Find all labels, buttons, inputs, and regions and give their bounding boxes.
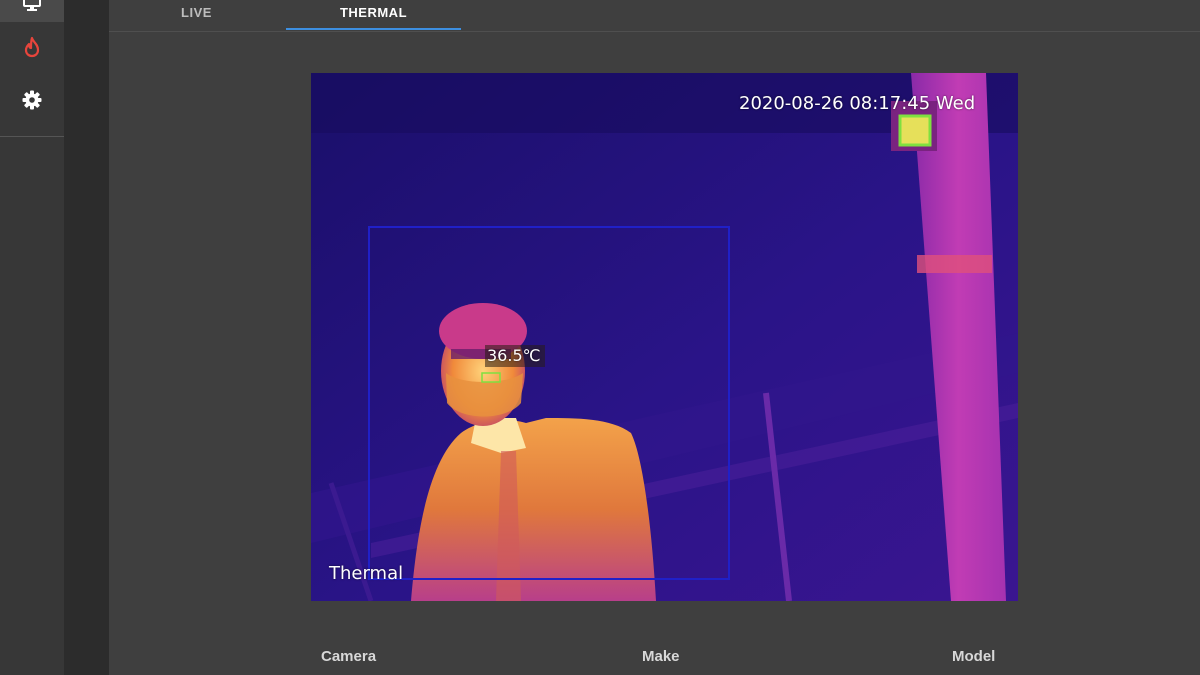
thermal-image [311,73,1018,601]
tab-live[interactable]: LIVE [149,0,244,30]
temperature-reading: 36.5℃ [485,345,545,367]
camera-label: Camera [321,648,377,665]
sidebar-item-thermal[interactable] [0,32,64,66]
model-label: Model [952,648,996,665]
flame-icon [23,36,41,63]
monitor-icon [22,0,42,18]
reference-blackbody-box [898,114,932,147]
tab-bar: LIVE THERMAL [109,0,1200,32]
feed-label: Thermal [329,563,404,584]
secondary-panel [64,0,109,675]
app-window: LIVE THERMAL 2020-08-26 08:17:45 Wed 36.… [0,0,1200,675]
main-content: LIVE THERMAL 2020-08-26 08:17:45 Wed 36.… [109,0,1200,675]
gear-icon [21,89,43,116]
sidebar-item-monitor[interactable] [0,0,64,22]
tab-thermal[interactable]: THERMAL [286,0,461,30]
make-label: Make [642,648,680,665]
feed-timestamp: 2020-08-26 08:17:45 Wed [739,93,976,114]
sidebar [0,0,64,675]
active-tab-indicator [286,28,461,30]
sidebar-item-settings[interactable] [0,84,64,120]
thermal-video-feed: 2020-08-26 08:17:45 Wed 36.5℃ Thermal [311,73,1018,601]
sidebar-divider [0,136,64,137]
